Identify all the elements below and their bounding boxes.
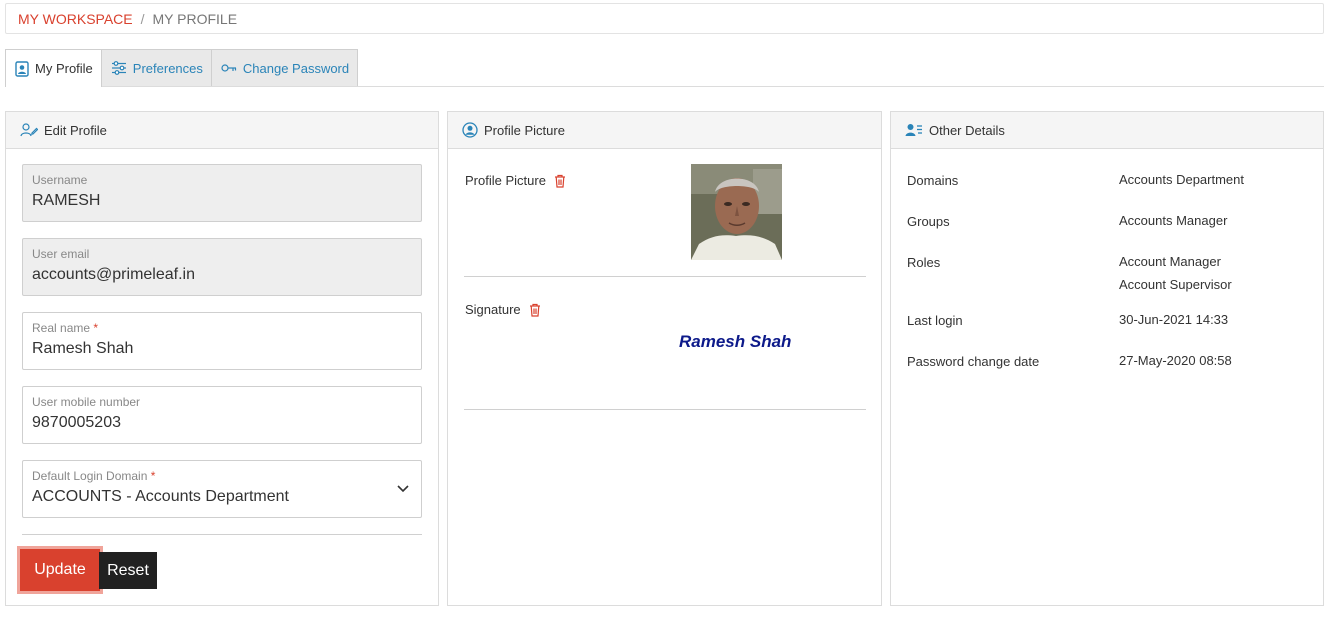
breadcrumb-my-workspace-link[interactable]: MY WORKSPACE: [18, 11, 133, 27]
user-circle-icon: [462, 122, 478, 138]
real-name-label-text: Real name: [32, 321, 91, 335]
profile-picture-label: Profile Picture: [465, 173, 546, 188]
username-field: Username RAMESH: [22, 164, 422, 222]
other-details-title: Other Details: [929, 122, 1005, 138]
trash-icon[interactable]: [529, 303, 541, 317]
domain-label: Default Login Domain *: [32, 469, 412, 485]
username-value: RAMESH: [32, 192, 101, 209]
mobile-field[interactable]: User mobile number 9870005203: [22, 386, 422, 444]
groups-label: Groups: [907, 214, 950, 229]
profile-photo-image: [691, 164, 782, 260]
mobile-value[interactable]: 9870005203: [32, 414, 412, 432]
username-label: Username: [32, 173, 88, 187]
default-domain-select[interactable]: Default Login Domain * ACCOUNTS - Accoun…: [22, 460, 422, 518]
breadcrumb: MY WORKSPACE / MY PROFILE: [5, 3, 1324, 34]
tab-label: Change Password: [242, 60, 350, 76]
key-icon: [221, 64, 236, 72]
picture-divider: [464, 276, 866, 277]
tab-my-profile[interactable]: My Profile: [5, 49, 102, 87]
signature-image: Ramesh Shah: [679, 332, 792, 351]
email-value: accounts@primeleaf.in: [32, 266, 195, 283]
profile-tabs: My Profile Preferences Change Password: [5, 49, 1324, 87]
tab-label: Preferences: [132, 60, 203, 76]
reset-button[interactable]: Reset: [99, 552, 157, 589]
roles-values: Account Manager Account Supervisor: [1119, 250, 1232, 296]
profile-picture-row: Profile Picture: [465, 173, 566, 188]
domain-label-text: Default Login Domain: [32, 469, 148, 483]
roles-label: Roles: [907, 255, 941, 270]
email-label: User email: [32, 247, 90, 261]
chevron-down-icon[interactable]: [397, 485, 409, 493]
domain-value: ACCOUNTS - Accounts Department: [32, 488, 289, 505]
edit-profile-panel: Edit Profile Username RAMESH User email …: [5, 111, 439, 606]
mobile-label: User mobile number: [32, 395, 141, 409]
password-change-label: Password change date: [907, 354, 1040, 369]
profile-photo: [691, 164, 782, 260]
edit-profile-title: Edit Profile: [44, 122, 107, 138]
domains-value: Accounts Department: [1119, 172, 1245, 187]
edit-profile-header: Edit Profile: [6, 112, 438, 149]
trash-icon[interactable]: [554, 174, 566, 188]
password-change-value: 27-May-2020 08:58: [1119, 353, 1232, 368]
breadcrumb-separator: /: [140, 10, 145, 27]
last-login-label: Last login: [907, 313, 963, 328]
email-field: User email accounts@primeleaf.in: [22, 238, 422, 296]
role-item: Account Manager: [1119, 254, 1221, 269]
user-edit-icon: [20, 123, 38, 137]
required-mark: *: [93, 321, 99, 335]
tab-label: My Profile: [35, 61, 93, 76]
domains-label: Domains: [907, 173, 959, 188]
sliders-icon: [111, 61, 126, 75]
tab-change-password[interactable]: Change Password: [210, 49, 359, 86]
signature-label: Signature: [465, 302, 521, 317]
signature-divider: [464, 409, 866, 410]
real-name-value[interactable]: Ramesh Shah: [32, 340, 412, 358]
user-list-icon: [905, 124, 922, 136]
tab-preferences[interactable]: Preferences: [100, 49, 212, 86]
profile-card-icon: [15, 60, 29, 77]
profile-picture-title: Profile Picture: [484, 122, 565, 138]
form-divider: [22, 534, 422, 535]
profile-picture-panel: Profile Picture Profile Picture Signatur…: [447, 111, 882, 606]
role-item: Account Supervisor: [1119, 277, 1232, 292]
groups-value: Accounts Manager: [1119, 213, 1228, 228]
profile-picture-header: Profile Picture: [448, 112, 881, 149]
real-name-field[interactable]: Real name * Ramesh Shah: [22, 312, 422, 370]
last-login-value: 30-Jun-2021 14:33: [1119, 312, 1229, 327]
required-mark: *: [150, 469, 156, 483]
breadcrumb-current: MY PROFILE: [152, 10, 238, 27]
real-name-label: Real name *: [32, 321, 412, 337]
update-button[interactable]: Update: [17, 546, 103, 594]
signature-row: Signature: [465, 302, 541, 317]
other-details-header: Other Details: [891, 112, 1323, 149]
other-details-panel: Other Details Domains Accounts Departmen…: [890, 111, 1324, 606]
